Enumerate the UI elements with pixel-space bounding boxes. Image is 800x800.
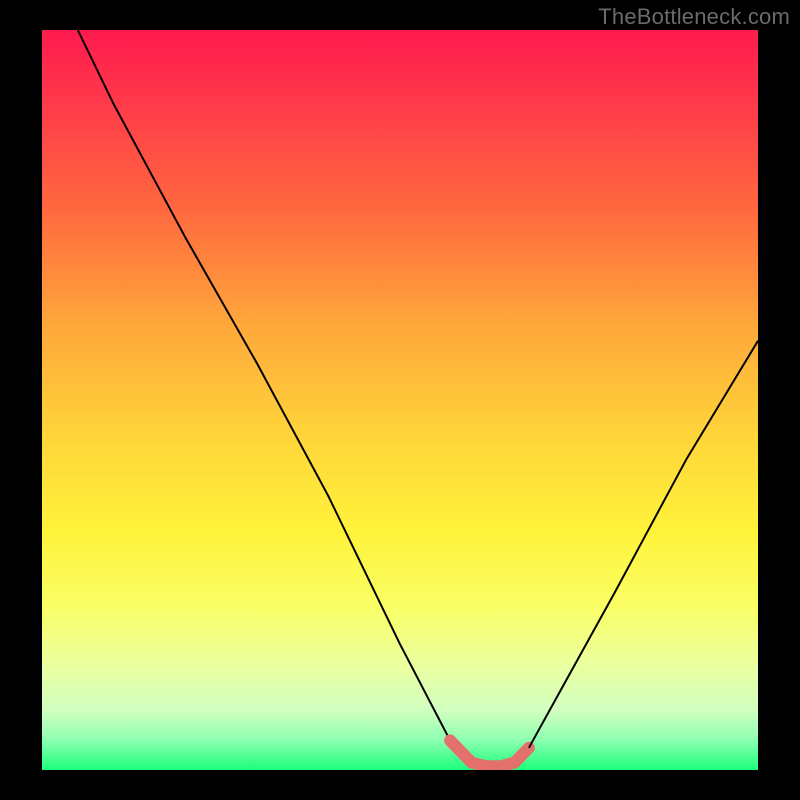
curve-left-arm — [78, 30, 450, 740]
curve-right-arm — [529, 341, 758, 748]
curve-valley-highlight — [450, 740, 529, 766]
attribution-label: TheBottleneck.com — [598, 4, 790, 30]
chart-frame: TheBottleneck.com — [0, 0, 800, 800]
plot-area — [42, 30, 758, 770]
bottleneck-curve — [42, 30, 758, 770]
